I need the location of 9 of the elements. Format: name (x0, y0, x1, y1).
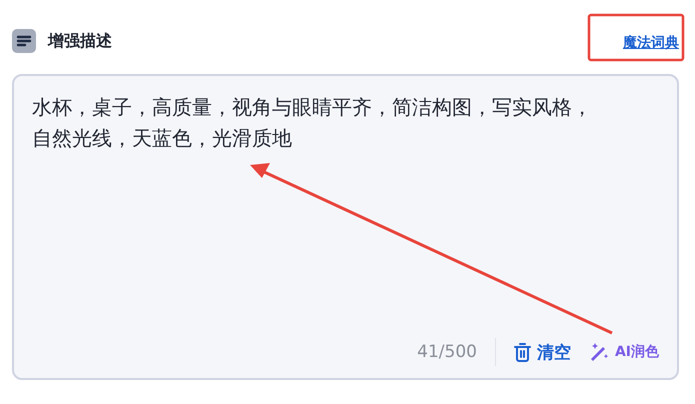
dictionary-link[interactable]: 魔法词典 (623, 34, 679, 52)
character-count: 41/500 (417, 338, 496, 366)
clear-button[interactable]: 清空 (514, 340, 571, 364)
magic-wand-icon (588, 342, 609, 362)
text-lines-icon (12, 29, 36, 53)
trash-icon (514, 342, 531, 362)
prompt-field[interactable]: 水杯，桌子，高质量，视角与眼睛平齐，简洁构图，写实风格，自然光线，天蓝色，光滑质地 41/500 清空 AI润色 (12, 74, 679, 380)
ai-polish-button[interactable]: AI润色 (588, 342, 659, 362)
section-title: 增强描述 (48, 30, 112, 52)
